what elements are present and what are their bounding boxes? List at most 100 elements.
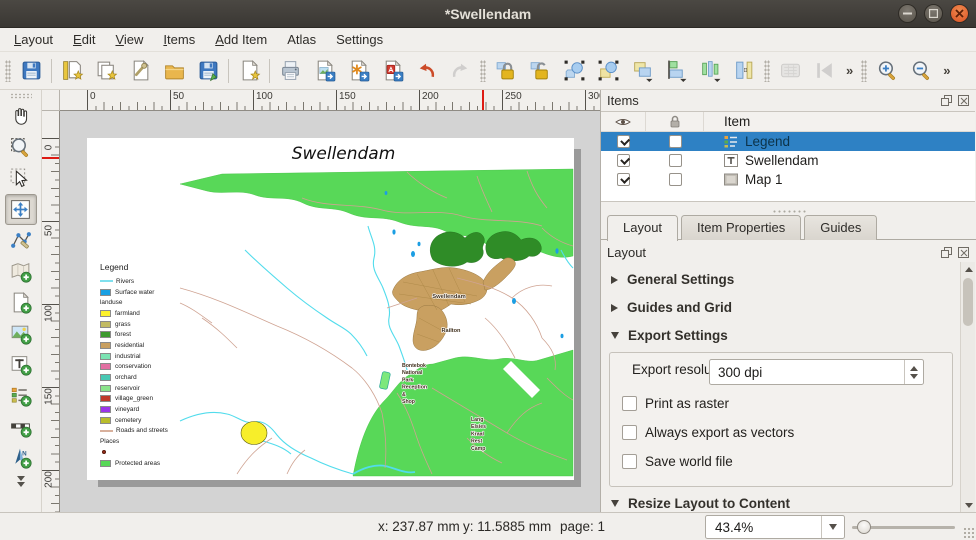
- open-button[interactable]: [157, 56, 191, 86]
- group-items-button[interactable]: [557, 56, 591, 86]
- export-pdf-button[interactable]: [375, 56, 409, 86]
- add-scalebar-tool[interactable]: [5, 411, 37, 442]
- lock-checkbox[interactable]: [669, 154, 682, 167]
- visibility-checkbox[interactable]: [617, 135, 630, 148]
- legend-item[interactable]: Legend RiversSurface waterlandusefarmlan…: [100, 262, 190, 468]
- lock-items-button[interactable]: [489, 56, 523, 86]
- move-item-content-tool[interactable]: [5, 194, 37, 225]
- export-resolution-spinbox[interactable]: 300 dpi: [709, 359, 924, 385]
- redo-button[interactable]: [443, 56, 477, 86]
- ellipse-shape-item[interactable]: [241, 422, 267, 445]
- close-panel-icon[interactable]: [957, 246, 970, 259]
- lock-checkbox[interactable]: [669, 135, 682, 148]
- float-panel-icon[interactable]: [940, 246, 953, 259]
- section-guides-and-grid[interactable]: Guides and Grid: [611, 300, 732, 315]
- atlas-first-feature-button[interactable]: [807, 56, 841, 86]
- spin-down-icon[interactable]: [910, 374, 918, 379]
- toolbar-grip[interactable]: [5, 60, 11, 82]
- checkbox[interactable]: [622, 425, 637, 440]
- spin-up-icon[interactable]: [910, 366, 918, 371]
- save-project-button[interactable]: [14, 56, 48, 86]
- toolbar-overflow-button[interactable]: »: [938, 63, 955, 78]
- zoom-level-combobox[interactable]: 43.4%: [705, 515, 845, 539]
- panel-scrollbar[interactable]: [960, 262, 975, 512]
- add-north-arrow-tool[interactable]: N: [5, 442, 37, 473]
- edit-nodes-item-tool[interactable]: [5, 225, 37, 256]
- vertical-ruler[interactable]: 050100150200: [42, 111, 60, 512]
- items-row-swellendam[interactable]: Swellendam: [601, 151, 975, 170]
- select-move-item-tool[interactable]: [5, 163, 37, 194]
- undo-button[interactable]: [409, 56, 443, 86]
- resize-items-button[interactable]: [727, 56, 761, 86]
- always-export-vectors-checkbox[interactable]: Always export as vectors: [622, 425, 794, 440]
- checkbox[interactable]: [622, 454, 637, 469]
- atlas-preview-button[interactable]: [773, 56, 807, 86]
- print-button[interactable]: [273, 56, 307, 86]
- close-button[interactable]: [950, 4, 969, 23]
- toolbar-grip[interactable]: [764, 60, 770, 82]
- zoom-in-button[interactable]: [870, 56, 904, 86]
- resize-grip[interactable]: [963, 527, 974, 538]
- add-map-tool[interactable]: [5, 256, 37, 287]
- ungroup-items-button[interactable]: [591, 56, 625, 86]
- scroll-up-icon[interactable]: [961, 262, 976, 276]
- section-export-settings[interactable]: Export Settings: [611, 328, 728, 343]
- visibility-checkbox[interactable]: [617, 173, 630, 186]
- section-general-settings[interactable]: General Settings: [611, 272, 734, 287]
- checkbox[interactable]: [622, 396, 637, 411]
- add-pages-button[interactable]: [232, 56, 266, 86]
- float-panel-icon[interactable]: [940, 94, 953, 107]
- zoom-out-button[interactable]: [904, 56, 938, 86]
- zoom-slider[interactable]: [852, 515, 955, 539]
- scrollbar-thumb[interactable]: [963, 278, 973, 326]
- layout-canvas[interactable]: Swellendam: [60, 111, 600, 512]
- save-as-button[interactable]: [191, 56, 225, 86]
- save-world-file-checkbox[interactable]: Save world file: [622, 454, 733, 469]
- toolbar-grip[interactable]: [480, 60, 486, 82]
- add-label-tool[interactable]: [5, 349, 37, 380]
- section-resize-layout[interactable]: Resize Layout to Content: [611, 496, 790, 511]
- minimize-button[interactable]: [898, 4, 917, 23]
- menu-edit[interactable]: Edit: [63, 29, 105, 50]
- menu-layout[interactable]: Layout: [4, 29, 63, 50]
- toolbox-more-button[interactable]: [17, 475, 25, 488]
- scroll-down-icon[interactable]: [961, 498, 976, 512]
- toolbar-overflow-button[interactable]: »: [841, 63, 858, 78]
- layout-page[interactable]: Swellendam: [87, 138, 574, 480]
- horizontal-ruler[interactable]: 050100150200250300: [60, 90, 600, 111]
- items-row-map1[interactable]: Map 1: [601, 170, 975, 189]
- menu-add-item[interactable]: Add Item: [205, 29, 277, 50]
- tab-item-properties[interactable]: Item Properties: [681, 215, 801, 240]
- slider-handle[interactable]: [857, 520, 871, 534]
- toolbox-grip[interactable]: [10, 93, 32, 99]
- menu-items[interactable]: Items: [153, 29, 205, 50]
- pan-tool[interactable]: [5, 101, 37, 132]
- items-row-legend[interactable]: Legend: [601, 132, 975, 151]
- add-legend-tool[interactable]: [5, 380, 37, 411]
- zoom-tool[interactable]: [5, 132, 37, 163]
- duplicate-layout-button[interactable]: [89, 56, 123, 86]
- menu-settings[interactable]: Settings: [326, 29, 393, 50]
- distribute-items-button[interactable]: [693, 56, 727, 86]
- add-3d-map-tool[interactable]: [5, 287, 37, 318]
- tab-guides[interactable]: Guides: [804, 215, 877, 240]
- maximize-button[interactable]: [924, 4, 943, 23]
- combobox-dropdown-icon[interactable]: [821, 516, 844, 538]
- export-svg-button[interactable]: [341, 56, 375, 86]
- panel-splitter[interactable]: [772, 209, 806, 214]
- export-image-button[interactable]: [307, 56, 341, 86]
- add-picture-tool[interactable]: [5, 318, 37, 349]
- align-items-button[interactable]: [659, 56, 693, 86]
- lock-checkbox[interactable]: [669, 173, 682, 186]
- menu-atlas[interactable]: Atlas: [277, 29, 326, 50]
- print-as-raster-checkbox[interactable]: Print as raster: [622, 396, 729, 411]
- layout-manager-button[interactable]: [123, 56, 157, 86]
- raise-items-button[interactable]: [625, 56, 659, 86]
- new-layout-button[interactable]: [55, 56, 89, 86]
- toolbar-grip[interactable]: [861, 60, 867, 82]
- menu-view[interactable]: View: [105, 29, 153, 50]
- tab-layout[interactable]: Layout: [607, 215, 678, 241]
- close-panel-icon[interactable]: [957, 94, 970, 107]
- visibility-checkbox[interactable]: [617, 154, 630, 167]
- unlock-all-button[interactable]: [523, 56, 557, 86]
